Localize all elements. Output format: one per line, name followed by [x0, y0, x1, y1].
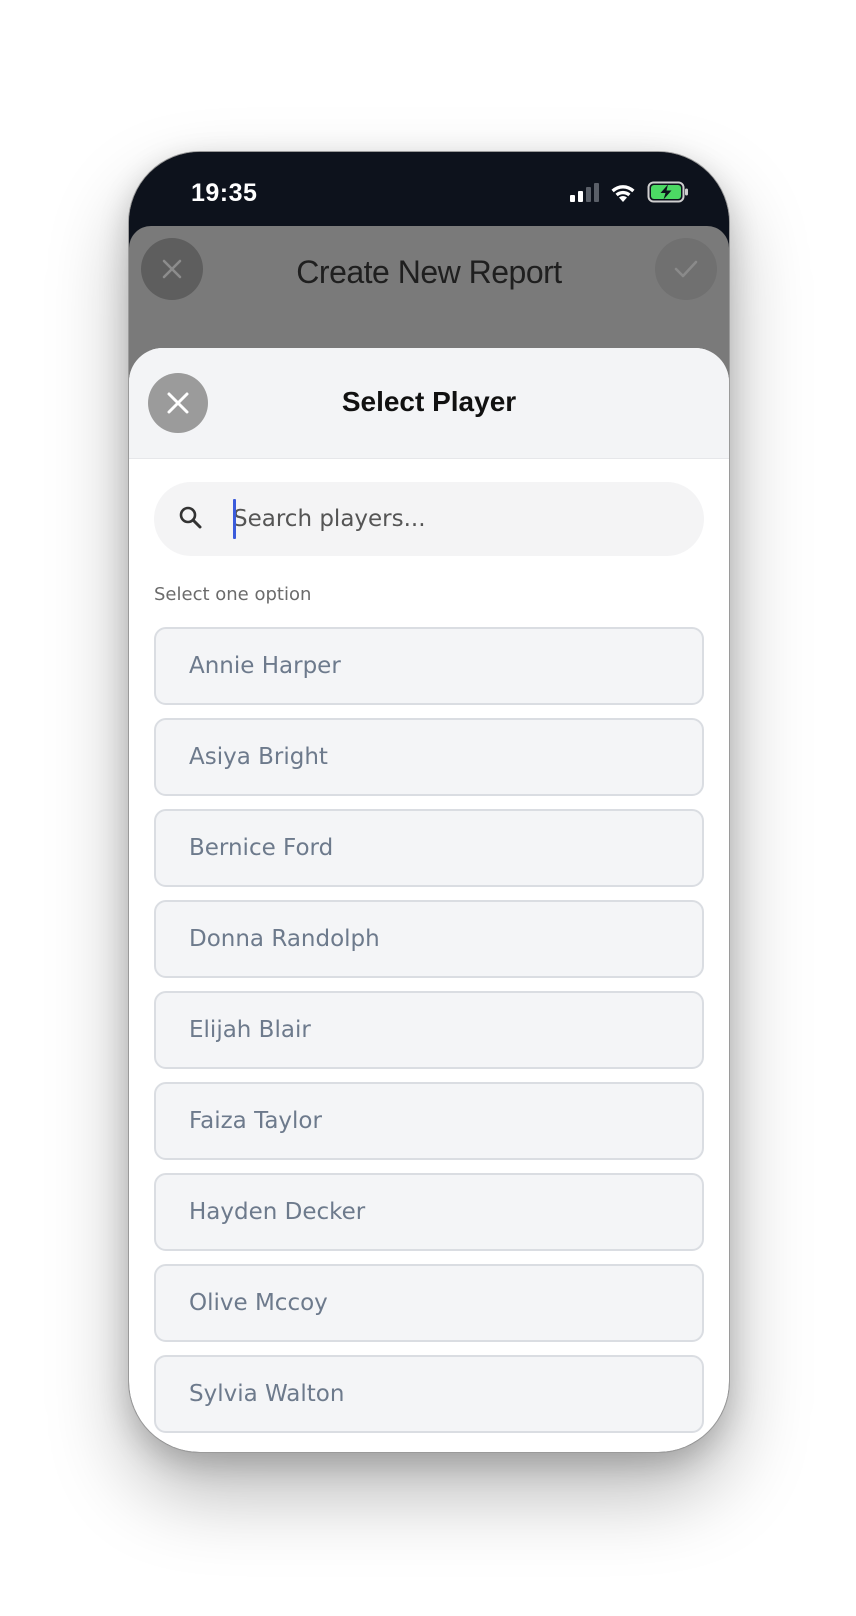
player-name: Asiya Bright	[189, 744, 328, 770]
report-confirm-button[interactable]	[655, 238, 717, 300]
check-icon	[674, 260, 698, 278]
status-icons	[570, 181, 689, 203]
signal-icon	[570, 182, 599, 202]
player-option[interactable]: Annie Harper	[154, 627, 704, 705]
helper-text: Select one option	[154, 584, 312, 605]
player-option[interactable]: Donna Randolph	[154, 900, 704, 978]
player-name: Annie Harper	[189, 653, 341, 679]
player-option[interactable]: Sylvia Walton	[154, 1355, 704, 1433]
player-name: Faiza Taylor	[189, 1108, 322, 1134]
select-player-sheet: Select Player Select one option Annie Ha…	[129, 348, 729, 1452]
player-name: Sylvia Walton	[189, 1381, 345, 1407]
player-option[interactable]: Bernice Ford	[154, 809, 704, 887]
player-option[interactable]: Faiza Taylor	[154, 1082, 704, 1160]
search-input[interactable]	[233, 482, 673, 556]
battery-charging-icon	[647, 181, 688, 203]
search-box[interactable]	[154, 482, 704, 556]
player-option[interactable]: Asiya Bright	[154, 718, 704, 796]
player-name: Elijah Blair	[189, 1017, 311, 1043]
wifi-icon	[611, 185, 635, 202]
status-bar: 19:35	[129, 152, 729, 226]
player-name: Donna Randolph	[189, 926, 380, 952]
status-time: 19:35	[191, 179, 258, 207]
text-caret	[233, 499, 236, 539]
sheet-title: Select Player	[341, 386, 517, 417]
player-name: Bernice Ford	[189, 835, 334, 861]
player-name: Hayden Decker	[189, 1199, 366, 1225]
player-option[interactable]: Hayden Decker	[154, 1173, 704, 1251]
player-list: Annie Harper Asiya Bright Bernice Ford D…	[154, 627, 704, 1446]
search-icon	[179, 506, 202, 529]
sheet-header: Select Player	[129, 348, 729, 459]
player-name: Olive Mccoy	[189, 1290, 328, 1316]
player-option[interactable]: Elijah Blair	[154, 991, 704, 1069]
phone-frame: 19:35 Create New Report Select Player Se…	[128, 151, 730, 1453]
player-option[interactable]: Olive Mccoy	[154, 1264, 704, 1342]
report-title: Create New Report	[296, 254, 562, 290]
